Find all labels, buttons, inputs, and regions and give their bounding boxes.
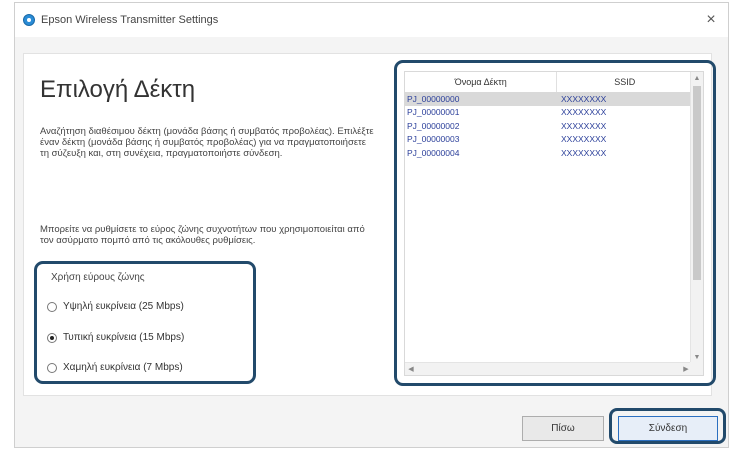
scroll-left-icon[interactable]: ◀ — [405, 363, 417, 375]
description-bandwidth: Μπορείτε να ρυθμίσετε το εύρος ζώνης συχ… — [40, 224, 365, 246]
page-title: Επιλογή Δέκτη — [40, 76, 196, 103]
list-item[interactable]: PJ_00000004 XXXXXXXX — [405, 146, 692, 160]
epson-app-icon — [23, 14, 35, 26]
title-bar: Epson Wireless Transmitter Settings × — [15, 3, 728, 37]
receiver-name: PJ_00000003 — [407, 134, 460, 145]
receiver-name: PJ_00000002 — [407, 120, 460, 131]
receiver-ssid: XXXXXXXX — [561, 134, 607, 145]
bandwidth-label: Χρήση εύρους ζώνης — [51, 272, 145, 283]
receiver-ssid: XXXXXXXX — [561, 147, 607, 158]
list-item[interactable]: PJ_00000000 XXXXXXXX — [405, 92, 692, 106]
description-search: Αναζήτηση διαθέσιμου δέκτη (μονάδα βάσης… — [40, 126, 374, 159]
bandwidth-group: Χρήση εύρους ζώνης Υψηλή ευκρίνεια (25 M… — [34, 261, 256, 384]
scrollbar-thumb[interactable] — [693, 86, 701, 280]
radio-label: Τυπική ευκρίνεια (15 Mbps) — [63, 332, 185, 343]
list-rows: PJ_00000000 XXXXXXXX PJ_00000001 XXXXXXX… — [405, 92, 692, 160]
scrollbar-corner — [690, 362, 703, 375]
back-button[interactable]: Πίσω — [522, 416, 604, 441]
list-header: Όνομα Δέκτη SSID — [405, 72, 692, 93]
radio-high-quality[interactable]: Υψηλή ευκρίνεια (25 Mbps) — [47, 301, 184, 312]
radio-standard-quality[interactable]: Τυπική ευκρίνεια (15 Mbps) — [47, 332, 184, 343]
receiver-list[interactable]: Όνομα Δέκτη SSID PJ_00000000 XXXXXXXX PJ… — [404, 71, 704, 376]
column-header-name[interactable]: Όνομα Δέκτη — [405, 72, 558, 92]
receiver-ssid: XXXXXXXX — [561, 107, 607, 118]
scroll-up-icon[interactable]: ▲ — [691, 72, 703, 84]
vertical-scrollbar[interactable]: ▲ ▼ — [690, 72, 703, 363]
radio-button[interactable] — [47, 362, 57, 373]
connect-button[interactable]: Σύνδεση — [618, 416, 718, 441]
receiver-ssid: XXXXXXXX — [561, 93, 607, 104]
radio-button[interactable] — [47, 301, 57, 312]
radio-low-quality[interactable]: Χαμηλή ευκρίνεια (7 Mbps) — [47, 362, 183, 373]
receiver-name: PJ_00000004 — [407, 147, 460, 158]
list-item[interactable]: PJ_00000003 XXXXXXXX — [405, 133, 692, 147]
close-icon[interactable]: × — [694, 3, 728, 37]
list-item[interactable]: PJ_00000001 XXXXXXXX — [405, 106, 692, 120]
window-title: Epson Wireless Transmitter Settings — [41, 14, 219, 26]
receiver-name: PJ_00000000 — [407, 93, 460, 104]
radio-label: Χαμηλή ευκρίνεια (7 Mbps) — [63, 362, 183, 373]
list-item[interactable]: PJ_00000002 XXXXXXXX — [405, 119, 692, 133]
receiver-name: PJ_00000001 — [407, 107, 460, 118]
receiver-ssid: XXXXXXXX — [561, 120, 607, 131]
radio-label: Υψηλή ευκρίνεια (25 Mbps) — [63, 301, 184, 312]
horizontal-scrollbar[interactable]: ◀ ▶ — [405, 362, 692, 375]
radio-button[interactable] — [47, 332, 57, 343]
column-header-ssid[interactable]: SSID — [557, 72, 692, 92]
